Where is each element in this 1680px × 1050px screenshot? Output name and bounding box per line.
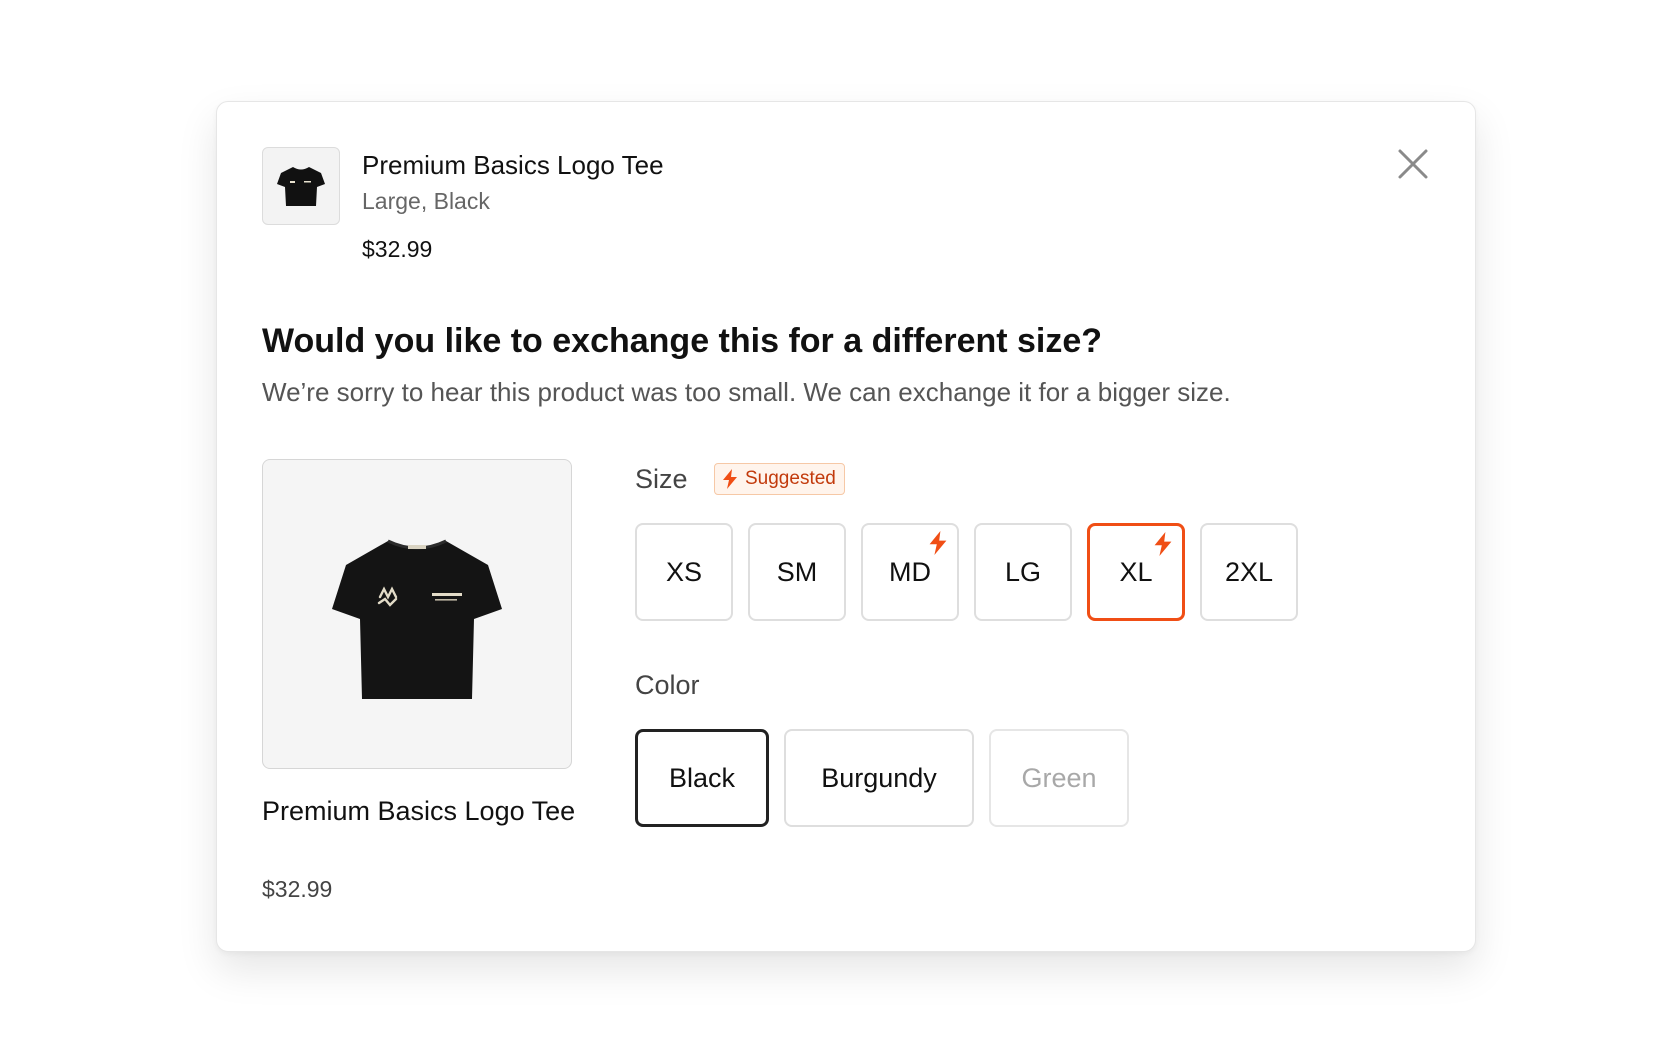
- item-variant: Large, Black: [362, 188, 490, 214]
- product-price: $32.99: [262, 876, 333, 902]
- color-option-label: Green: [1021, 762, 1097, 793]
- size-option-lg[interactable]: LG: [974, 523, 1072, 621]
- close-button[interactable]: [1395, 146, 1431, 182]
- product-image: [262, 459, 572, 769]
- exchange-modal: Premium Basics Logo Tee Large, Black $32…: [216, 101, 1476, 952]
- size-option-xl[interactable]: XL: [1087, 523, 1185, 621]
- item-thumbnail: [262, 147, 340, 225]
- color-option-green[interactable]: Green: [989, 729, 1129, 827]
- size-options: XS SM MD LG XL 2XL: [635, 523, 1298, 621]
- size-option-label: MD: [889, 556, 931, 587]
- suggested-badge: Suggested: [714, 463, 845, 495]
- tshirt-icon: [332, 539, 502, 699]
- item-price: $32.99: [362, 236, 433, 262]
- lightning-icon: [1154, 532, 1172, 556]
- size-option-label: LG: [1004, 556, 1042, 587]
- size-option-label: XL: [1119, 556, 1153, 587]
- close-icon: [1398, 149, 1428, 179]
- size-option-label: 2XL: [1224, 556, 1274, 587]
- product-name: Premium Basics Logo Tee: [262, 796, 576, 826]
- tshirt-icon: [277, 167, 325, 206]
- exchange-subtext: We’re sorry to hear this product was too…: [262, 377, 1231, 407]
- size-option-sm[interactable]: SM: [748, 523, 846, 621]
- suggested-badge-label: Suggested: [745, 468, 836, 489]
- lightning-icon: [723, 469, 737, 489]
- color-option-label: Black: [668, 762, 736, 793]
- color-options: Black Burgundy Green: [635, 729, 1129, 827]
- size-option-md[interactable]: MD: [861, 523, 959, 621]
- size-label: Size: [635, 464, 688, 494]
- size-option-label: XS: [665, 556, 703, 587]
- color-label: Color: [635, 670, 700, 700]
- size-option-2xl[interactable]: 2XL: [1200, 523, 1298, 621]
- lightning-icon: [929, 531, 947, 555]
- item-name: Premium Basics Logo Tee: [362, 150, 664, 180]
- color-option-label: Burgundy: [821, 762, 937, 793]
- size-option-xs[interactable]: XS: [635, 523, 733, 621]
- size-option-label: SM: [776, 556, 818, 587]
- color-option-burgundy[interactable]: Burgundy: [784, 729, 974, 827]
- color-option-black[interactable]: Black: [635, 729, 769, 827]
- exchange-heading: Would you like to exchange this for a di…: [262, 322, 1103, 360]
